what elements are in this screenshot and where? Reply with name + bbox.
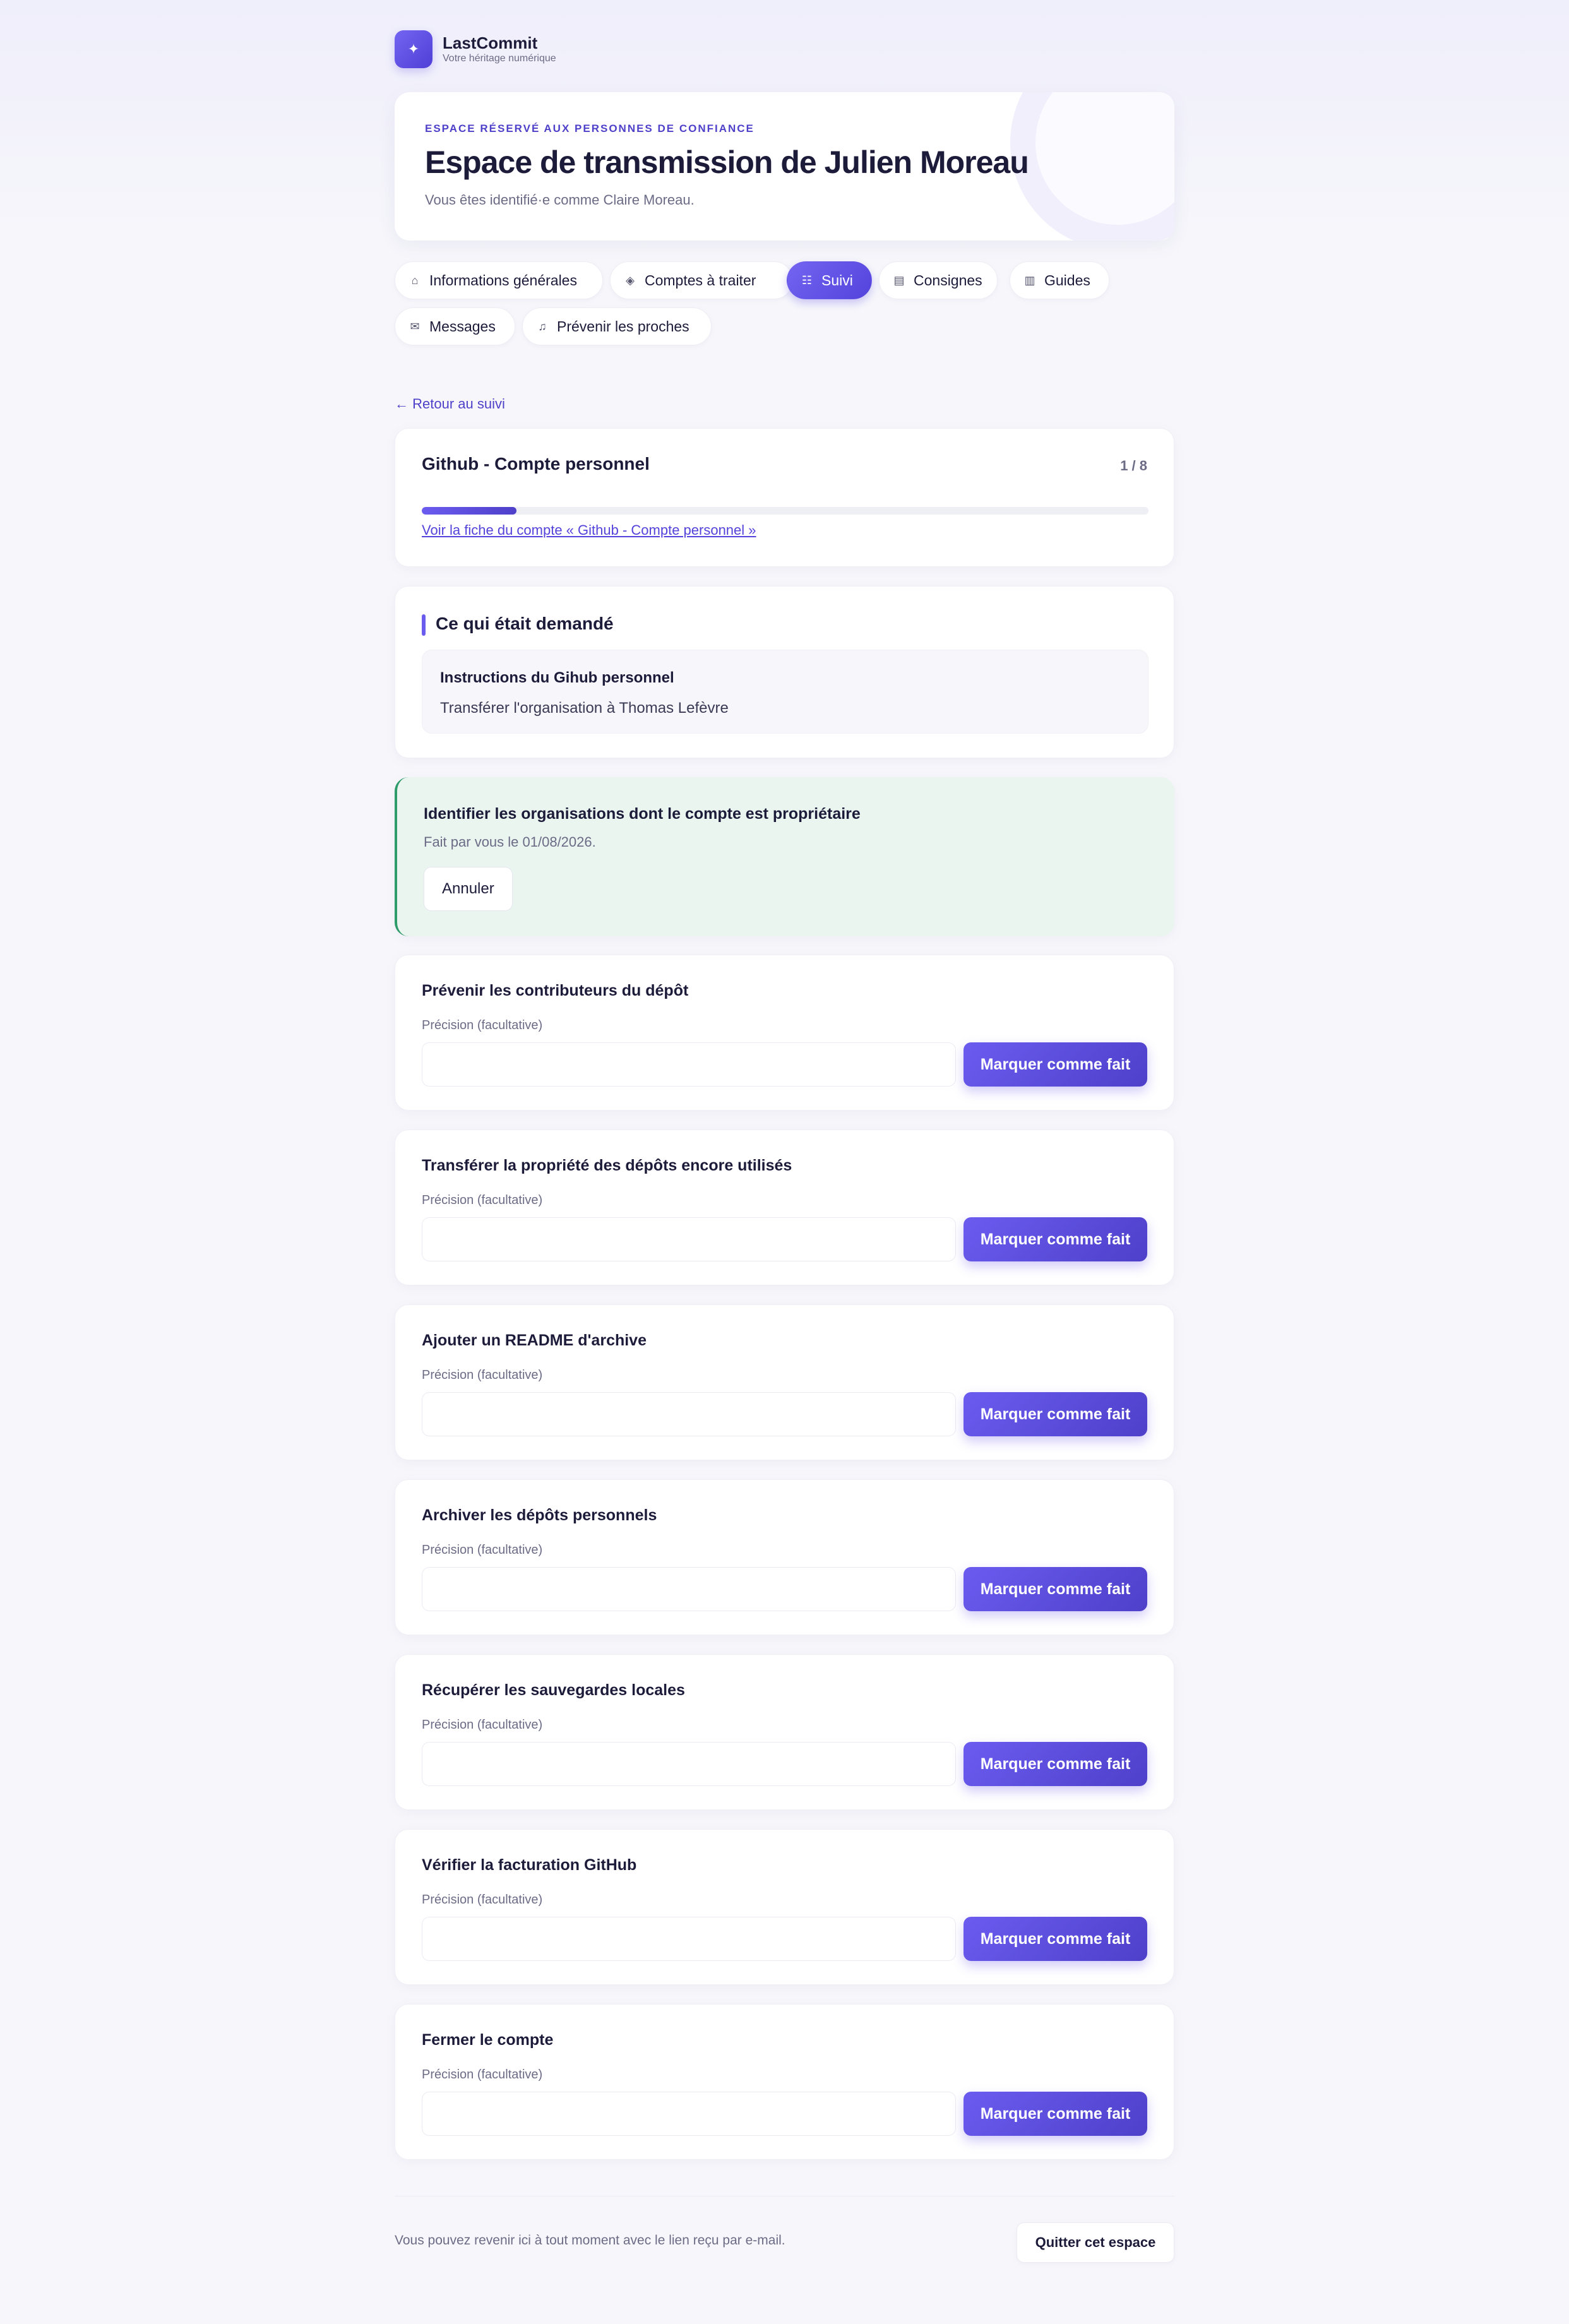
mark-done-button[interactable]: Marquer comme fait [963,1567,1147,1611]
section-accent-bar [422,614,426,636]
step-title: Identifier les organisations dont le com… [424,805,861,823]
mark-done-button[interactable]: Marquer comme fait [963,1917,1147,1961]
hero-card: ESPACE RÉSERVÉ AUX PERSONNES DE CONFIANC… [395,92,1174,241]
instructions-box: Instructions du Gihub personnel Transfér… [422,650,1148,734]
cancel-button[interactable]: Annuler [424,867,513,911]
requested-card: Ce qui était demandé Instructions du Gih… [395,586,1174,758]
step-card: Vérifier la facturation GitHub Précision … [395,1829,1174,1985]
instructions-text: Transférer l'organisation à Thomas Lefèv… [440,700,729,717]
tab-label: Messages [429,318,496,335]
step-title: Ajouter un README d'archive [422,1332,647,1349]
tab-label: Prévenir les proches [557,318,689,335]
document-icon: ▤ [893,273,905,287]
tab-informations-generales[interactable]: ⌂ Informations générales [395,261,603,299]
account-detail-link[interactable]: Voir la fiche du compte « Github - Compt… [422,522,756,539]
mark-done-button[interactable]: Marquer comme fait [963,1392,1147,1436]
hero-eyebrow: ESPACE RÉSERVÉ AUX PERSONNES DE CONFIANC… [425,122,755,134]
precision-input[interactable] [422,1567,956,1611]
spark-icon: ✦ [395,30,433,68]
tab-label: Informations générales [429,271,577,289]
footer-text: Vous pouvez revenir ici à tout moment av… [395,2233,785,2248]
precision-label: Précision (facultative) [422,1893,543,1907]
list-check-icon: ☷ [801,273,813,287]
tab-comptes-a-traiter[interactable]: ◈ Comptes à traiter [610,261,793,299]
step-completion-meta: Fait par vous le 01/08/2026. [424,834,596,850]
tab-consignes[interactable]: ▤ Consignes [879,261,998,299]
back-to-tracking-link[interactable]: ← Retour au suivi [395,396,505,412]
precision-label: Précision (facultative) [422,2068,543,2082]
tab-label: Guides [1044,271,1090,289]
step-title: Transférer la propriété des dépôts encor… [422,1157,792,1174]
brand[interactable]: ✦ LastCommit Votre héritage numérique [395,30,556,68]
precision-input[interactable] [422,1042,956,1087]
precision-label: Précision (facultative) [422,1368,543,1382]
tab-prevenir-les-proches[interactable]: ♫ Prévenir les proches [522,307,712,345]
step-title: Fermer le compte [422,2031,554,2049]
step-card: Prévenir les contributeurs du dépôt Préci… [395,955,1174,1111]
precision-input[interactable] [422,1217,956,1261]
tab-suivi[interactable]: ☷ Suivi [787,261,872,299]
precision-input[interactable] [422,1392,956,1436]
hero-subtitle: Vous êtes identifié·e comme Claire Morea… [425,192,695,208]
progress-bar [422,507,1148,515]
bell-icon: ♫ [538,319,547,333]
brand-name: LastCommit [443,33,538,52]
account-card: Github - Compte personnel 1 / 8 Voir la … [395,428,1174,567]
mail-icon: ✉ [410,319,420,333]
step-title: Prévenir les contributeurs du dépôt [422,982,689,999]
tab-guides[interactable]: ▥ Guides [1010,261,1109,299]
precision-input[interactable] [422,2092,956,2136]
decorative-ring [1010,92,1174,241]
mark-done-button[interactable]: Marquer comme fait [963,1042,1147,1087]
precision-input[interactable] [422,1742,956,1786]
tab-label: Consignes [914,271,982,289]
step-card: Archiver les dépôts personnels Précision … [395,1479,1174,1635]
tab-messages[interactable]: ✉ Messages [395,307,515,345]
step-card: Récupérer les sauvegardes locales Précisi… [395,1654,1174,1810]
layers-icon: ◈ [626,273,635,287]
book-icon: ▥ [1024,273,1035,287]
precision-input[interactable] [422,1917,956,1961]
progress-fill [422,507,516,515]
section-title: Ce qui était demandé [436,614,614,633]
precision-label: Précision (facultative) [422,1018,543,1032]
precision-label: Précision (facultative) [422,1718,543,1732]
tab-label: Suivi [821,271,853,289]
completed-step-card: Identifier les organisations dont le com… [395,777,1174,936]
account-counter: 1 / 8 [1120,458,1147,474]
brand-tagline: Votre héritage numérique [443,53,556,64]
step-card: Ajouter un README d'archive Précision (fa… [395,1304,1174,1460]
step-title: Vérifier la facturation GitHub [422,1856,637,1874]
mark-done-button[interactable]: Marquer comme fait [963,1742,1147,1786]
precision-label: Précision (facultative) [422,1543,543,1557]
mark-done-button[interactable]: Marquer comme fait [963,1217,1147,1261]
precision-label: Précision (facultative) [422,1193,543,1207]
mark-done-button[interactable]: Marquer comme fait [963,2092,1147,2136]
instructions-title: Instructions du Gihub personnel [440,669,674,686]
account-title: Github - Compte personnel [422,454,650,474]
page-title: Espace de transmission de Julien Moreau [425,145,1029,180]
step-title: Archiver les dépôts personnels [422,1506,657,1524]
home-icon: ⌂ [411,273,419,287]
step-card: Fermer le compte Précision (facultative) M… [395,2004,1174,2160]
step-card: Transférer la propriété des dépôts encor… [395,1129,1174,1285]
quit-space-button[interactable]: Quitter cet espace [1017,2222,1174,2263]
tab-label: Comptes à traiter [645,271,756,289]
step-title: Récupérer les sauvegardes locales [422,1681,685,1699]
